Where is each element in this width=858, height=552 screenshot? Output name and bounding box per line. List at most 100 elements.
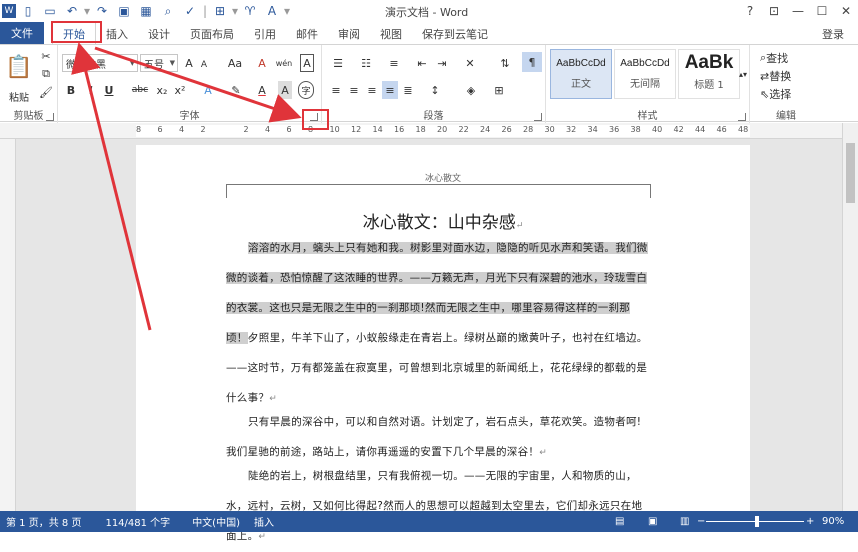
align-center-icon[interactable]: ≡: [346, 81, 362, 99]
redo-icon[interactable]: ↷: [92, 1, 112, 21]
justify-icon[interactable]: ≡: [382, 81, 398, 99]
paragraph-launcher-icon[interactable]: [534, 113, 542, 121]
clipboard-launcher-icon[interactable]: [46, 113, 54, 121]
horizontal-ruler[interactable]: 8 6 4 2 2 4 6 8 10 12 14 16 18 20 22 24 26 28 30 32 34 36 38 40…: [0, 123, 858, 139]
login-link[interactable]: 登录: [822, 26, 844, 42]
grow-font-button[interactable]: A: [182, 54, 196, 72]
zoom-in-icon[interactable]: +: [806, 516, 814, 527]
show-marks-icon[interactable]: ¶: [522, 52, 542, 72]
minimize-icon[interactable]: —: [786, 0, 810, 22]
chinese-layout-icon[interactable]: ✕: [460, 54, 480, 72]
tab-design[interactable]: 设计: [138, 24, 180, 44]
text-effects-button[interactable]: A: [200, 81, 216, 99]
paste-icon[interactable]: 📋: [5, 49, 32, 85]
char-border-button[interactable]: A: [300, 54, 314, 72]
more-icon[interactable]: ▾: [284, 1, 290, 21]
document-page[interactable]: 冰心散文 冰心散文：山中杂感↵ 溶溶的水月，螭头上只有她和我。树影里对面水边，隐…: [136, 145, 750, 542]
line-spacing-icon[interactable]: ↕: [426, 81, 444, 99]
insert-mode[interactable]: 插入: [254, 514, 274, 529]
decrease-indent-icon[interactable]: ⇤: [414, 54, 430, 72]
shrink-font-button[interactable]: A: [198, 56, 210, 74]
style-normal[interactable]: AaBbCcDd 正文: [550, 49, 612, 99]
subscript-button[interactable]: x₂: [154, 81, 170, 99]
enclose-char-button[interactable]: 字: [298, 81, 314, 99]
text-size-icon[interactable]: A: [262, 1, 282, 21]
tab-review[interactable]: 审阅: [328, 24, 370, 44]
table-icon[interactable]: ⊞: [210, 1, 230, 21]
tab-references[interactable]: 引用: [244, 24, 286, 44]
multilevel-list-icon[interactable]: ≡: [384, 54, 404, 72]
cut-icon[interactable]: ✂: [38, 47, 54, 65]
scrollbar-thumb[interactable]: [846, 143, 855, 203]
bullets-icon[interactable]: ☰: [328, 54, 348, 72]
page-count[interactable]: 第 1 页，共 8 页: [6, 514, 81, 529]
print-layout-icon[interactable]: ▣: [648, 516, 657, 527]
maximize-icon[interactable]: ☐: [810, 0, 834, 22]
numbering-icon[interactable]: ☷: [356, 54, 376, 72]
document-heading[interactable]: 冰心散文：山中杂感↵: [136, 208, 750, 233]
vertical-scrollbar[interactable]: [842, 123, 858, 511]
borders-icon[interactable]: ⊞: [490, 81, 508, 99]
clear-format-button[interactable]: A: [254, 54, 270, 72]
align-left-icon[interactable]: ≡: [328, 81, 344, 99]
zoom-slider-thumb[interactable]: [755, 516, 759, 527]
change-case-button[interactable]: Aa: [224, 54, 246, 72]
bold-button[interactable]: B: [64, 81, 78, 99]
read-mode-icon[interactable]: ▤: [615, 516, 624, 527]
style-heading-1[interactable]: AaBk 标题 1: [678, 49, 740, 99]
find-button[interactable]: ⌕ 查找: [760, 49, 818, 67]
increase-indent-icon[interactable]: ⇥: [434, 54, 450, 72]
save-icon[interactable]: ▣: [114, 1, 134, 21]
styles-launcher-icon[interactable]: [738, 113, 746, 121]
font-color-button[interactable]: A: [254, 81, 270, 99]
format-painter-icon[interactable]: ♈: [240, 1, 260, 21]
ribbon-display-icon[interactable]: ⊡: [762, 0, 786, 22]
align-right-icon[interactable]: ≡: [364, 81, 380, 99]
select-button[interactable]: ⇖ 选择: [760, 85, 818, 103]
tab-insert[interactable]: 插入: [96, 24, 138, 44]
superscript-button[interactable]: x²: [172, 81, 188, 99]
italic-button[interactable]: I: [84, 81, 98, 99]
paragraph-2[interactable]: 夕照里，牛羊下山了，小蚁般缘走在青岩上。绿树丛巅的嫩黄叶子，也衬在红墙边。——这…: [226, 323, 650, 414]
print-preview-icon[interactable]: ⌕: [158, 1, 178, 21]
tab-file[interactable]: 文件: [0, 22, 44, 44]
highlight-color-button[interactable]: ✎: [228, 81, 244, 99]
strikethrough-button[interactable]: abc: [130, 81, 150, 99]
new-doc-icon[interactable]: ▯: [18, 1, 38, 21]
chevron-down-icon[interactable]: ▼: [170, 59, 175, 67]
underline-button[interactable]: U: [102, 81, 116, 99]
shading-icon[interactable]: ◈: [462, 81, 480, 99]
save-as-icon[interactable]: ▦: [136, 1, 156, 21]
styles-scroll-icon[interactable]: ▴▾: [738, 49, 748, 99]
paragraph-4[interactable]: 陡绝的岩上，树根盘结里，只有我俯视一切。——无限的宇宙里，人和物质的山，水，远村…: [226, 461, 650, 552]
replace-button[interactable]: ⇄ 替换: [760, 67, 818, 85]
copy-icon[interactable]: ⧉: [38, 65, 54, 83]
web-layout-icon[interactable]: ▥: [680, 516, 689, 527]
word-count[interactable]: 114/481 个字: [105, 514, 170, 529]
language[interactable]: 中文(中国): [192, 514, 240, 529]
sort-icon[interactable]: ⇅: [498, 54, 512, 72]
close-icon[interactable]: ✕: [834, 0, 858, 22]
tab-view[interactable]: 视图: [370, 24, 412, 44]
undo-icon[interactable]: ↶: [62, 1, 82, 21]
table-dropdown-icon[interactable]: ▾: [232, 1, 238, 21]
tab-page-layout[interactable]: 页面布局: [180, 24, 244, 44]
font-size-combo[interactable]: 五号 ▼: [140, 54, 178, 72]
help-button[interactable]: ?: [738, 0, 762, 22]
undo-dropdown-icon[interactable]: ▾: [84, 1, 90, 21]
vertical-ruler[interactable]: [0, 139, 16, 511]
phonetic-guide-button[interactable]: wén: [272, 54, 296, 72]
char-shading-button[interactable]: A: [278, 81, 292, 99]
zoom-level[interactable]: 90%: [822, 516, 844, 527]
distributed-icon[interactable]: ≣: [400, 81, 416, 99]
spellcheck-icon[interactable]: ✓: [180, 1, 200, 21]
format-painter-icon[interactable]: 🖌: [38, 83, 54, 101]
word-logo-icon[interactable]: W: [2, 4, 16, 18]
tab-mailings[interactable]: 邮件: [286, 24, 328, 44]
font-name-combo[interactable]: 微软雅黑 ▼: [62, 54, 138, 72]
tab-save-cloud[interactable]: 保存到云笔记: [412, 24, 498, 44]
style-no-spacing[interactable]: AaBbCcDd 无间隔: [614, 49, 676, 99]
paste-button[interactable]: 粘贴: [4, 87, 34, 105]
open-icon[interactable]: ▭: [40, 1, 60, 21]
chevron-down-icon[interactable]: ▼: [130, 59, 135, 67]
